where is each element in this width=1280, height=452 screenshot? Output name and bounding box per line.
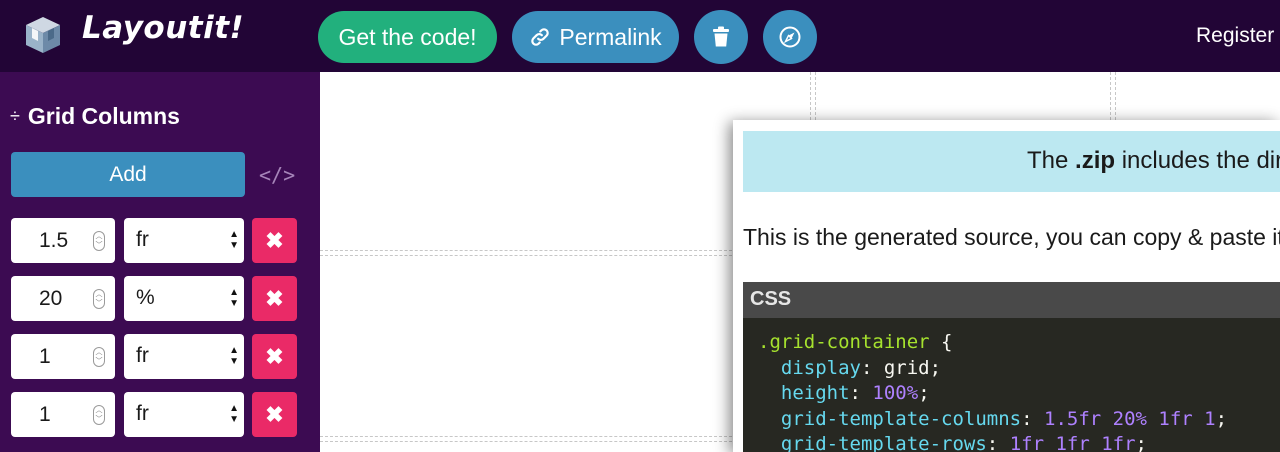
code-brace: { [929,331,953,353]
code-value: grid [883,356,930,379]
column-unit-value: % [136,286,155,309]
column-size-value: 1.5 [39,229,69,252]
close-icon: ✖ [265,285,284,311]
trash-icon [713,26,729,47]
code-value: 100% [872,382,919,404]
spinner-icon[interactable]: ︿ ﹀ [93,347,105,367]
delete-column-button[interactable]: ✖ [252,392,297,437]
column-size-value: 1 [39,403,51,426]
column-unit-select[interactable]: fr ▲ ▼ [124,218,244,263]
add-column-button[interactable]: Add [11,152,245,197]
divide-icon: ÷ [10,106,20,126]
add-label: Add [109,162,147,186]
grid-line [810,72,816,120]
column-unit-value: fr [136,228,149,251]
spinner-icon[interactable]: ︿ ﹀ [93,289,105,309]
spinner-icon[interactable]: ︿ ﹀ [93,231,105,251]
delete-column-button[interactable]: ✖ [252,218,297,263]
column-size-input[interactable]: 1 ︿ ﹀ [11,334,115,379]
column-unit-select[interactable]: fr ▲ ▼ [124,392,244,437]
cube-logo-icon[interactable] [24,15,62,55]
brand-title[interactable]: Layoutit! [82,10,244,46]
code-property: grid-template-rows [780,433,987,452]
info-alert: The .zip includes the dire [743,131,1280,192]
permalink-button[interactable]: Permalink [512,11,679,63]
info-text: The .zip includes the dire [1027,147,1280,174]
grid-line [320,250,732,256]
column-row: 1 ︿ ﹀ fr ▲ ▼ ✖ [0,392,320,438]
select-arrows-icon: ▲ ▼ [229,229,239,251]
get-code-label: Get the code! [338,23,477,50]
clear-grid-button[interactable] [694,10,748,64]
close-icon: ✖ [265,343,284,369]
column-row: 1.5 ︿ ﹀ fr ▲ ▼ ✖ [0,218,320,264]
code-line: grid-template-columns: 1.5fr 20% 1fr 1; [780,407,1228,430]
column-row: 1 ︿ ﹀ fr ▲ ▼ ✖ [0,334,320,380]
section-title: Grid Columns [27,103,180,129]
code-property: height [780,382,850,404]
code-block[interactable]: .grid-container { display: grid; height:… [743,318,1280,452]
grid-columns-header: ÷ Grid Columns [10,103,180,130]
code-property: display [780,356,861,379]
close-icon: ✖ [265,227,284,253]
column-size-value: 1 [39,345,51,368]
column-unit-select[interactable]: % ▲ ▼ [124,276,244,321]
column-unit-value: fr [136,344,149,367]
column-row: 20 ︿ ﹀ % ▲ ▼ ✖ [0,276,320,322]
top-navbar: Layoutit! Get the code! Permalink Regist… [0,0,1280,72]
column-size-input[interactable]: 1 ︿ ﹀ [11,392,115,437]
code-lines: display: grid; height: 100%; grid-templa… [758,356,1280,452]
close-icon: ✖ [265,401,284,427]
delete-column-button[interactable]: ✖ [252,334,297,379]
code-selector: .grid-container [758,331,930,353]
code-property: grid-template-columns [780,407,1022,430]
explore-button[interactable] [763,10,817,64]
get-code-button[interactable]: Get the code! [318,11,497,63]
column-unit-select[interactable]: fr ▲ ▼ [124,334,244,379]
delete-column-button[interactable]: ✖ [252,276,297,321]
modal-description: This is the generated source, you can co… [743,224,1280,250]
code-icon[interactable]: </> [259,163,295,187]
select-arrows-icon: ▲ ▼ [229,345,239,367]
column-size-input[interactable]: 20 ︿ ﹀ [11,276,115,321]
code-value: 1.5fr 20% 1fr 1 [1044,407,1216,430]
column-unit-value: fr [136,402,149,425]
spinner-icon[interactable]: ︿ ﹀ [93,405,105,425]
register-link[interactable]: Register [1196,24,1274,48]
grid-line [1110,72,1116,120]
grid-line [320,436,732,442]
select-arrows-icon: ▲ ▼ [229,403,239,425]
code-line: grid-template-rows: 1fr 1fr 1fr; [758,432,1280,452]
code-line: display: grid; [780,356,942,379]
link-icon [531,28,550,46]
permalink-label: Permalink [559,23,662,50]
compass-icon [779,26,801,48]
code-language-tab: CSS [743,282,1280,318]
column-size-input[interactable]: 1.5 ︿ ﹀ [11,218,115,263]
column-size-value: 20 [39,287,63,310]
code-modal: The .zip includes the dire This is the g… [733,120,1280,452]
code-value: 1fr 1fr 1fr [1009,433,1136,452]
select-arrows-icon: ▲ ▼ [229,287,239,309]
code-line: height: 100%; [780,382,930,404]
